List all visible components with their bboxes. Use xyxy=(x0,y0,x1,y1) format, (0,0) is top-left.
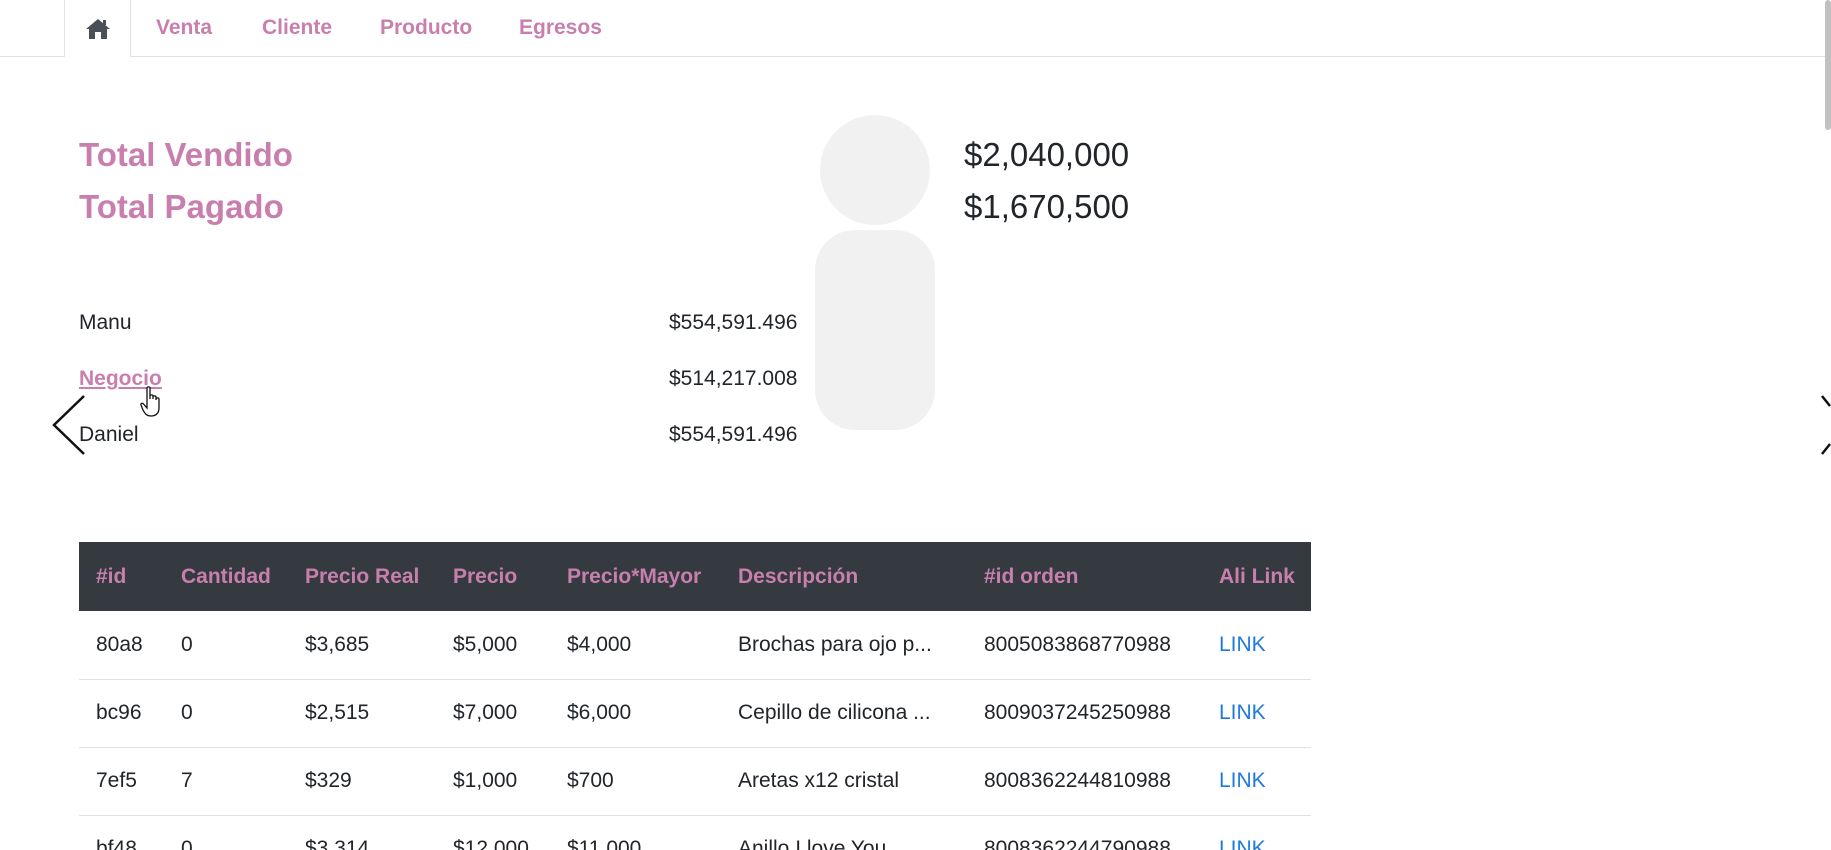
cell-precio-mayor: $700 xyxy=(567,769,614,792)
cell-precio: $12,000 xyxy=(453,837,529,850)
cell-id-orden: 8008362244810988 xyxy=(984,769,1171,792)
cell-id-orden: 8009037245250988 xyxy=(984,701,1171,724)
table-row: bc96 0 $2,515 $7,000 $6,000 Cepillo de c… xyxy=(79,679,1311,747)
column-header-id-orden[interactable]: #id orden xyxy=(967,542,1202,611)
cell-precio: $1,000 xyxy=(453,769,518,792)
total-vendido-label: Total Vendido xyxy=(79,136,293,173)
tabs-divider xyxy=(0,56,1831,57)
cell-id: 7ef5 xyxy=(96,769,137,792)
cell-precio-real: $329 xyxy=(305,769,352,792)
ali-link[interactable]: LINK xyxy=(1219,701,1266,724)
tab-producto[interactable]: Producto xyxy=(380,16,472,40)
cell-ali-link: LINK xyxy=(1202,747,1311,815)
table-row: bf48 0 $3,314 $12,000 $11,000 Anillo I l… xyxy=(79,815,1311,850)
cell-precio-mayor: $6,000 xyxy=(567,701,632,724)
cell-id: bc96 xyxy=(96,701,142,724)
partner-name-manu: Manu xyxy=(79,311,132,334)
products-table: #id Cantidad Precio Real Precio Precio*M… xyxy=(79,542,1311,850)
cell-precio-real: $3,685 xyxy=(305,632,370,656)
cell-id: bf48 xyxy=(96,837,137,850)
cell-precio: $5,000 xyxy=(453,632,518,656)
cell-descripcion: Anillo I love You... xyxy=(738,837,904,850)
column-header-precio[interactable]: Precio xyxy=(436,542,550,611)
cell-ali-link: LINK xyxy=(1202,679,1311,747)
cell-ali-link: LINK xyxy=(1202,611,1311,679)
cell-precio-mayor: $11,000 xyxy=(567,837,642,850)
cell-id-orden: 8005083868770988 xyxy=(984,632,1171,656)
page: Venta Cliente Producto Egresos Total Ven… xyxy=(0,0,1831,850)
tab-egresos[interactable]: Egresos xyxy=(519,16,602,40)
cell-descripcion: Aretas x12 cristal xyxy=(738,769,900,792)
tab-cliente[interactable]: Cliente xyxy=(262,16,332,40)
cell-cantidad: 7 xyxy=(181,769,193,792)
column-header-id[interactable]: #id xyxy=(79,542,164,611)
page-scrollbar[interactable] xyxy=(1825,0,1831,130)
partner-amount-daniel: $554,591.496 xyxy=(669,423,798,446)
column-header-cantidad[interactable]: Cantidad xyxy=(164,542,288,611)
tab-venta[interactable]: Venta xyxy=(156,16,212,40)
table-row: 7ef5 7 $329 $1,000 $700 Aretas x12 crist… xyxy=(79,747,1311,815)
column-header-ali-link[interactable]: Ali Link xyxy=(1202,542,1311,611)
total-pagado-value: $1,670,500 xyxy=(964,188,1130,225)
cell-descripcion: Brochas para ojo p... xyxy=(738,632,932,656)
total-pagado-label: Total Pagado xyxy=(79,188,284,225)
cell-precio: $7,000 xyxy=(453,701,518,724)
cell-id-orden: 8008362244790988 xyxy=(984,837,1171,850)
home-icon xyxy=(85,18,110,39)
cell-cantidad: 0 xyxy=(181,837,193,850)
nav-tabs: Venta Cliente Producto Egresos xyxy=(0,0,1831,57)
cell-descripcion: Cepillo de cilicona ... xyxy=(738,701,931,724)
cell-cantidad: 0 xyxy=(181,632,193,656)
column-header-precio-mayor[interactable]: Precio*Mayor xyxy=(550,542,721,611)
partner-amount-negocio: $514,217.008 xyxy=(669,367,798,390)
ali-link[interactable]: LINK xyxy=(1219,837,1266,850)
ali-link[interactable]: LINK xyxy=(1219,633,1266,656)
table-header-row: #id Cantidad Precio Real Precio Precio*M… xyxy=(79,542,1311,611)
tab-home[interactable] xyxy=(64,0,131,57)
cell-precio-real: $3,314 xyxy=(305,837,370,850)
column-header-descripcion[interactable]: Descripción xyxy=(721,542,967,611)
carousel-prev-icon[interactable] xyxy=(50,394,90,456)
cell-id: 80a8 xyxy=(96,632,143,656)
background-watermark xyxy=(815,115,935,430)
column-header-precio-real[interactable]: Precio Real xyxy=(288,542,436,611)
cell-precio-real: $2,515 xyxy=(305,701,370,724)
carousel-next-icon[interactable] xyxy=(1820,394,1831,456)
table-row: 80a8 0 $3,685 $5,000 $4,000 Brochas para… xyxy=(79,611,1311,679)
cell-ali-link: LINK xyxy=(1202,815,1311,850)
total-vendido-value: $2,040,000 xyxy=(964,136,1130,173)
cell-cantidad: 0 xyxy=(181,701,193,724)
ali-link[interactable]: LINK xyxy=(1219,769,1266,792)
cell-precio-mayor: $4,000 xyxy=(567,632,632,656)
partner-amount-manu: $554,591.496 xyxy=(669,311,798,334)
pointer-cursor-icon xyxy=(140,386,160,417)
